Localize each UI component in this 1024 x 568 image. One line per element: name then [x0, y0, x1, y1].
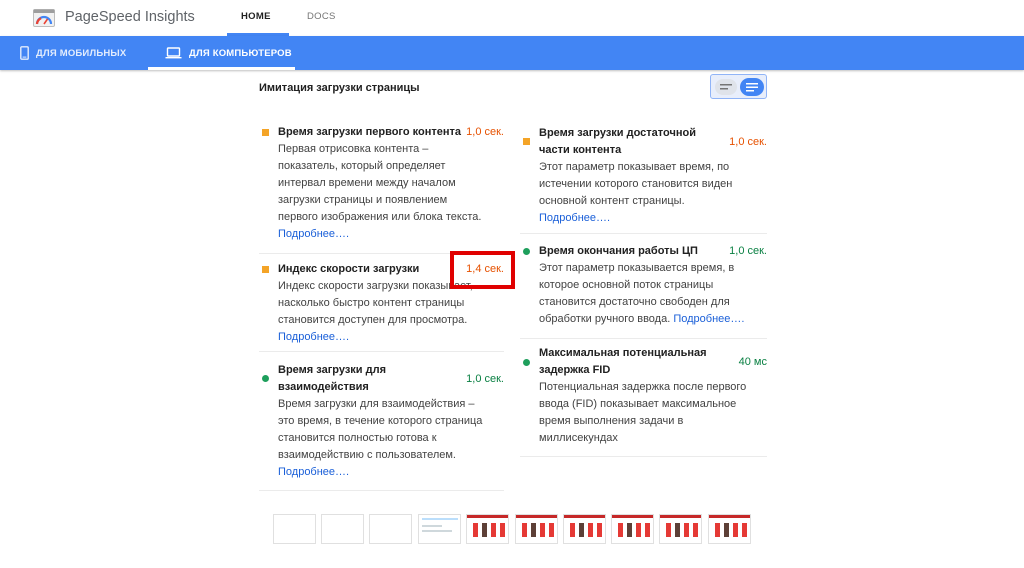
metric-value: 1,0 сек.	[729, 136, 767, 148]
filmstrip-frame[interactable]	[321, 514, 364, 544]
learn-more-link[interactable]: Подробнее….	[539, 212, 610, 224]
metric-value: 40 мс	[738, 356, 767, 368]
status-average-icon	[523, 138, 530, 145]
learn-more-link[interactable]: Подробнее….	[278, 466, 349, 478]
metric-title: Время окончания работы ЦП	[539, 245, 698, 257]
status-average-icon	[262, 266, 269, 273]
learn-more-link[interactable]: Подробнее….	[673, 313, 744, 325]
filmstrip-frame[interactable]	[515, 514, 558, 544]
metric-value: 1,0 сек.	[466, 373, 504, 385]
metric-title: Максимальная потенциальная задержка FID	[539, 347, 707, 376]
device-tab-bar: ДЛЯ МОБИЛЬНЫХ ДЛЯ КОМПЬЮТЕРОВ	[0, 36, 1024, 70]
metric-first-cpu-idle: Время окончания работы ЦП 1,0 сек. Этот …	[520, 243, 767, 339]
metric-description: Этот параметр показывается время, в кото…	[539, 262, 745, 325]
tab-home[interactable]: HOME	[241, 11, 271, 22]
tab-docs[interactable]: DOCS	[307, 11, 336, 22]
filmstrip-frame[interactable]	[659, 514, 702, 544]
filmstrip-frame[interactable]	[611, 514, 654, 544]
status-fast-icon	[523, 248, 530, 255]
metric-description: Этот параметр показывает время, по истеч…	[539, 161, 733, 224]
filmstrip-frame[interactable]	[418, 514, 461, 544]
filmstrip-frame[interactable]	[563, 514, 606, 544]
compact-view-button[interactable]	[715, 79, 737, 95]
metric-description: Потенциальная задержка после первого вво…	[539, 381, 747, 444]
view-toggle	[710, 74, 767, 99]
metric-first-contentful-paint: Время загрузки первого контента 1,0 сек.…	[259, 122, 504, 254]
learn-more-link[interactable]: Подробнее….	[278, 228, 349, 240]
tab-mobile[interactable]: ДЛЯ МОБИЛЬНЫХ	[20, 36, 126, 70]
filmstrip-frame[interactable]	[369, 514, 412, 544]
tab-desktop-label: ДЛЯ КОМПЬЮТЕРОВ	[189, 47, 292, 59]
metric-title: Время загрузки достаточной части контент…	[539, 127, 696, 156]
metric-title: Время загрузки для взаимодействия	[278, 364, 386, 393]
learn-more-link[interactable]: Подробнее….	[278, 331, 349, 343]
compact-view-icon	[720, 84, 732, 90]
expanded-view-button[interactable]	[740, 78, 764, 96]
metric-title: Время загрузки первого контента	[278, 126, 462, 138]
app-title: PageSpeed Insights	[65, 9, 195, 25]
phone-icon	[20, 46, 29, 60]
status-average-icon	[262, 129, 269, 136]
status-fast-icon	[262, 375, 269, 382]
active-device-indicator	[148, 67, 295, 70]
section-title: Имитация загрузки страницы	[259, 82, 420, 94]
metric-title: Индекс скорости загрузки	[278, 263, 420, 275]
metric-value: 1,0 сек.	[466, 126, 504, 138]
filmstrip-frame[interactable]	[273, 514, 316, 544]
status-fast-icon	[523, 359, 530, 366]
metric-description: Время загрузки для взаимодействия – это …	[278, 398, 483, 478]
filmstrip-frame[interactable]	[708, 514, 751, 544]
metric-max-potential-fid: Максимальная потенциальная задержка FID …	[520, 345, 767, 457]
metric-value: 1,0 сек.	[729, 245, 767, 257]
metric-time-to-interactive: Время загрузки для взаимодействия 1,0 се…	[259, 361, 504, 491]
pagespeed-logo-icon	[33, 9, 55, 27]
top-app-bar: PageSpeed Insights HOME DOCS	[0, 0, 1024, 36]
metric-description: Первая отрисовка контента – показатель, …	[278, 143, 482, 240]
laptop-icon	[165, 47, 182, 59]
metric-first-meaningful-paint: Время загрузки достаточной части контент…	[520, 124, 767, 234]
filmstrip-frame[interactable]	[466, 514, 509, 544]
tab-desktop[interactable]: ДЛЯ КОМПЬЮТЕРОВ	[165, 36, 292, 70]
expanded-view-icon	[746, 82, 758, 91]
tab-mobile-label: ДЛЯ МОБИЛЬНЫХ	[36, 47, 127, 59]
highlight-annotation	[450, 251, 515, 289]
